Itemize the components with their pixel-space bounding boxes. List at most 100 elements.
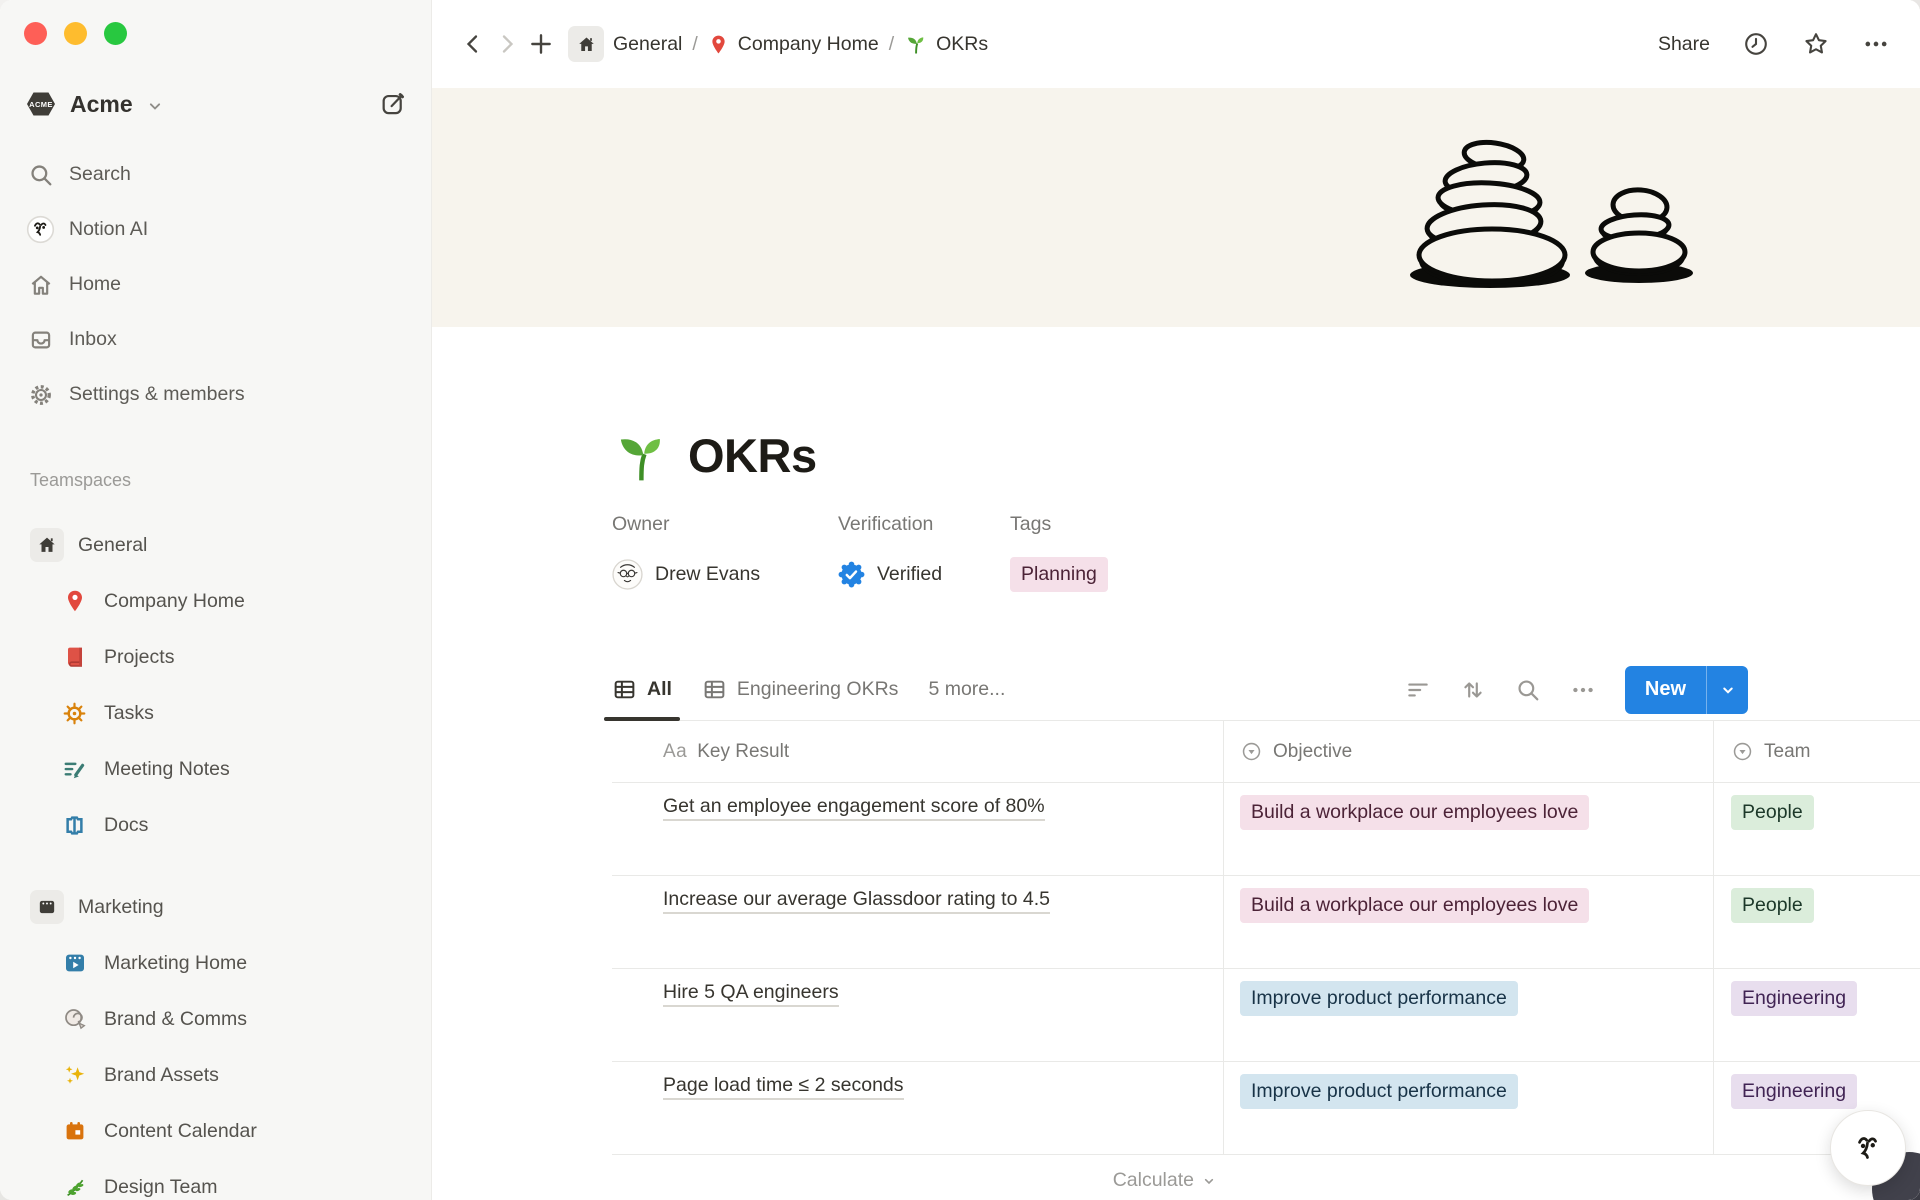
- column-label: Team: [1764, 741, 1810, 763]
- sidebar-item-projects[interactable]: Projects: [0, 629, 431, 685]
- objective-tag[interactable]: Build a workplace our employees love: [1240, 795, 1589, 830]
- view-options-icon[interactable]: [1570, 677, 1596, 703]
- search-icon[interactable]: [1515, 677, 1541, 703]
- sidebar-item-brand-assets[interactable]: Brand Assets: [0, 1047, 431, 1103]
- teamspaces-heading: Teamspaces: [30, 470, 431, 491]
- column-label: Key Result: [697, 741, 789, 763]
- breadcrumb-okrs[interactable]: OKRs: [904, 33, 988, 56]
- owner-value[interactable]: Drew Evans: [612, 555, 838, 593]
- home-icon: [568, 26, 604, 62]
- cell-objective[interactable]: Improve product performance: [1223, 969, 1713, 1061]
- back-button[interactable]: [456, 27, 490, 61]
- sidebar-item-docs[interactable]: Docs: [0, 797, 431, 853]
- sidebar-item-label: Home: [69, 273, 121, 296]
- tag-planning[interactable]: Planning: [1010, 557, 1108, 592]
- cell-key-result[interactable]: Increase our average Glassdoor rating to…: [612, 876, 1223, 968]
- cell-objective[interactable]: Improve product performance: [1223, 1062, 1713, 1154]
- tab-all[interactable]: All: [612, 659, 672, 720]
- property-owner: Owner Drew Evans: [612, 513, 838, 593]
- teamspace-marketing[interactable]: Marketing: [0, 879, 431, 935]
- sidebar-item-home[interactable]: Home: [0, 257, 431, 312]
- page-cover[interactable]: [432, 88, 1920, 327]
- verification-value[interactable]: Verified: [838, 555, 1010, 593]
- cell-team[interactable]: People: [1713, 783, 1920, 875]
- svg-text:ACME: ACME: [29, 100, 53, 109]
- sidebar-item-label: Brand Assets: [104, 1064, 219, 1087]
- sidebar-item-tasks[interactable]: Tasks: [0, 685, 431, 741]
- table-view-icon: [702, 677, 727, 702]
- sidebar-item-inbox[interactable]: Inbox: [0, 312, 431, 367]
- more-views-button[interactable]: 5 more...: [928, 678, 1005, 701]
- tab-engineering-okrs[interactable]: Engineering OKRs: [702, 659, 899, 720]
- page-seedling-icon[interactable]: [612, 429, 668, 485]
- updates-clock-icon[interactable]: [1742, 30, 1770, 58]
- objective-tag[interactable]: Improve product performance: [1240, 1074, 1518, 1109]
- cell-objective[interactable]: Build a workplace our employees love: [1223, 783, 1713, 875]
- key-result-link[interactable]: Page load time ≤ 2 seconds: [663, 1074, 904, 1100]
- team-tag[interactable]: Engineering: [1731, 981, 1857, 1016]
- add-page-button[interactable]: [524, 27, 558, 61]
- sidebar-item-brand-comms[interactable]: Brand & Comms: [0, 991, 431, 1047]
- notion-ai-floating-button[interactable]: [1830, 1110, 1906, 1186]
- more-options-icon[interactable]: [1862, 30, 1890, 58]
- new-page-icon[interactable]: [379, 90, 407, 118]
- cell-key-result[interactable]: Hire 5 QA engineers: [612, 969, 1223, 1061]
- seedling-icon: [904, 33, 927, 56]
- cell-key-result[interactable]: Get an employee engagement score of 80%: [612, 783, 1223, 875]
- tab-label: All: [647, 678, 672, 701]
- herb-icon: [60, 1173, 89, 1200]
- objective-tag[interactable]: Build a workplace our employees love: [1240, 888, 1589, 923]
- sidebar-item-label: Projects: [104, 646, 174, 669]
- key-result-link[interactable]: Get an employee engagement score of 80%: [663, 795, 1045, 821]
- key-result-link[interactable]: Hire 5 QA engineers: [663, 981, 839, 1007]
- column-header-key-result[interactable]: Aa Key Result: [612, 721, 1223, 782]
- new-button-chevron[interactable]: [1706, 666, 1748, 714]
- forward-button[interactable]: [490, 27, 524, 61]
- cell-team[interactable]: People: [1713, 876, 1920, 968]
- table-header-row: Aa Key Result Objective Team: [612, 721, 1920, 783]
- teamspace-general[interactable]: General: [0, 517, 431, 573]
- breadcrumb-general[interactable]: General: [568, 26, 682, 62]
- sidebar-item-company-home[interactable]: Company Home: [0, 573, 431, 629]
- column-header-objective[interactable]: Objective: [1223, 721, 1713, 782]
- title-property-icon: Aa: [663, 741, 687, 763]
- sidebar-item-design-team[interactable]: Design Team: [0, 1159, 431, 1200]
- shell-icon: [60, 1005, 89, 1034]
- sidebar-item-meeting-notes[interactable]: Meeting Notes: [0, 741, 431, 797]
- calculate-button[interactable]: Calculate: [612, 1155, 1223, 1192]
- workspace-switcher[interactable]: ACME Acme: [24, 81, 407, 127]
- memo-pencil-icon: [60, 755, 89, 784]
- cell-key-result[interactable]: Page load time ≤ 2 seconds: [612, 1062, 1223, 1154]
- breadcrumb-company-home[interactable]: Company Home: [708, 33, 879, 56]
- cell-objective[interactable]: Build a workplace our employees love: [1223, 876, 1713, 968]
- sidebar-item-content-calendar[interactable]: Content Calendar: [0, 1103, 431, 1159]
- property-tags: Tags Planning: [1010, 513, 1108, 593]
- cell-team[interactable]: Engineering: [1713, 969, 1920, 1061]
- page-title[interactable]: OKRs: [688, 427, 817, 485]
- sidebar-item-settings[interactable]: Settings & members: [0, 367, 431, 422]
- column-label: Objective: [1273, 741, 1352, 763]
- close-window-button[interactable]: [24, 22, 47, 45]
- maximize-window-button[interactable]: [104, 22, 127, 45]
- new-button[interactable]: New: [1625, 666, 1706, 714]
- key-result-link[interactable]: Increase our average Glassdoor rating to…: [663, 888, 1050, 914]
- team-tag[interactable]: People: [1731, 888, 1814, 923]
- share-button[interactable]: Share: [1658, 33, 1710, 56]
- docs-icon: [60, 811, 89, 840]
- sidebar-item-search[interactable]: Search: [0, 147, 431, 202]
- objective-tag[interactable]: Improve product performance: [1240, 981, 1518, 1016]
- team-tag[interactable]: Engineering: [1731, 1074, 1857, 1109]
- minimize-window-button[interactable]: [64, 22, 87, 45]
- sidebar-item-label: Settings & members: [69, 383, 245, 406]
- chevron-down-icon: [1201, 1173, 1217, 1189]
- sidebar-item-marketing-home[interactable]: Marketing Home: [0, 935, 431, 991]
- team-tag[interactable]: People: [1731, 795, 1814, 830]
- favorite-star-icon[interactable]: [1802, 30, 1830, 58]
- page-properties: Owner Drew Evans Verification Ver: [612, 513, 1920, 593]
- sidebar-item-notion-ai[interactable]: Notion AI: [0, 202, 431, 257]
- property-verification: Verification Verified: [838, 513, 1010, 593]
- column-header-team[interactable]: Team: [1713, 721, 1920, 782]
- tags-value[interactable]: Planning: [1010, 555, 1108, 593]
- filter-icon[interactable]: [1405, 677, 1431, 703]
- sort-icon[interactable]: [1460, 677, 1486, 703]
